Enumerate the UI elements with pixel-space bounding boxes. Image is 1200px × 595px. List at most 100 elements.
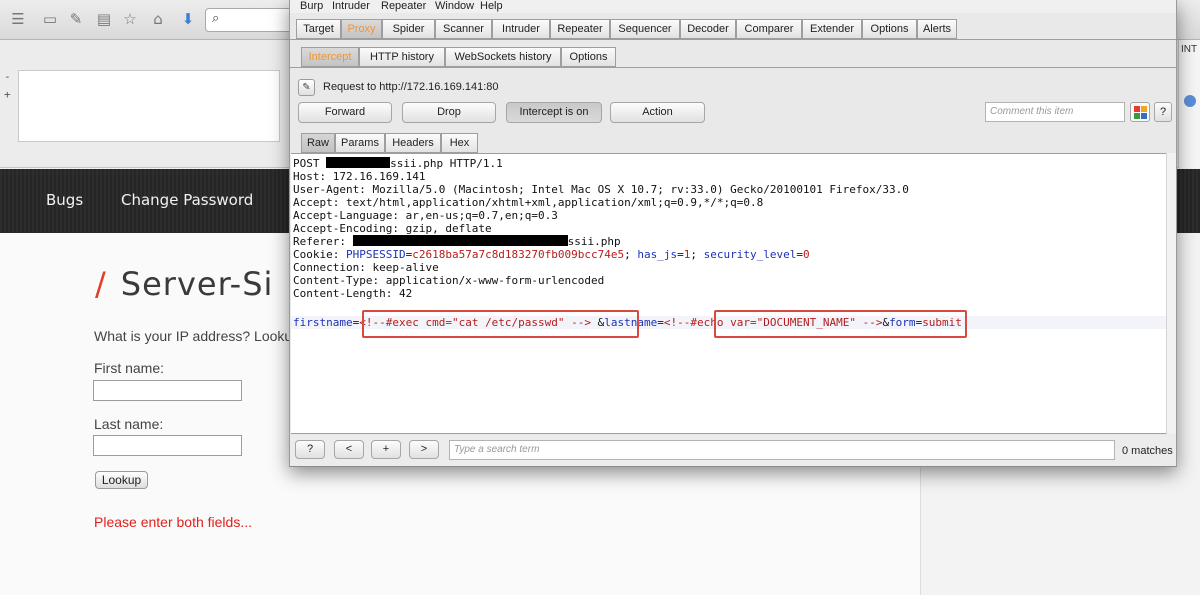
tab-sequencer[interactable]: Sequencer <box>610 19 680 39</box>
redaction-bar <box>352 235 568 246</box>
home-icon[interactable]: ⌂ <box>148 9 168 29</box>
menu-icon[interactable]: ☰ <box>8 9 28 29</box>
help-button[interactable]: ? <box>1154 102 1172 122</box>
menu-burp[interactable]: Burp <box>300 0 323 13</box>
first-name-input[interactable] <box>93 380 242 401</box>
next-match-button[interactable]: > <box>409 440 439 459</box>
header-accept-encoding: Accept-Encoding: gzip, deflate <box>293 222 492 235</box>
cookie-js-name: has_js <box>637 248 678 261</box>
payload-highlight-box <box>714 310 967 338</box>
tab-target[interactable]: Target <box>296 19 341 39</box>
cookie-label: Cookie: <box>293 248 346 261</box>
comment-input[interactable]: Comment this item <box>985 102 1125 122</box>
action-button[interactable]: Action <box>610 102 705 123</box>
tab-extender[interactable]: Extender <box>802 19 862 39</box>
header-accept: Accept: text/html,application/xhtml+xml,… <box>293 196 764 209</box>
ip-question: What is your IP address? Looku <box>94 328 293 344</box>
star-icon[interactable]: ☆ <box>120 9 140 29</box>
request-line: POST ssii.php HTTP/1.1 <box>293 157 503 170</box>
redaction-bar <box>326 157 391 168</box>
header-accept-language: Accept-Language: ar,en-us;q=0.7,en;q=0.3 <box>293 209 558 222</box>
payload-highlight-box <box>362 310 639 338</box>
tab-params[interactable]: Params <box>335 133 385 153</box>
expand-button[interactable]: + <box>4 88 11 101</box>
cookie-security-value: 0 <box>802 248 810 261</box>
request-target: Request to http://172.16.169.141:80 <box>323 81 499 93</box>
color-swatch-icon <box>1134 113 1140 119</box>
tab-intruder[interactable]: Intruder <box>492 19 550 39</box>
last-name-label: Last name: <box>94 416 164 432</box>
subtab-websockets-history[interactable]: WebSockets history <box>445 47 561 67</box>
tab-spider[interactable]: Spider <box>382 19 435 39</box>
sidebar-icon[interactable]: ▭ <box>40 9 60 29</box>
url-bar[interactable]: ⌕ <box>205 8 295 32</box>
header-content-type: Content-Type: application/x-www-form-url… <box>293 274 605 287</box>
tab-headers[interactable]: Headers <box>385 133 441 153</box>
edit-icon[interactable]: ✎ <box>298 79 315 96</box>
tab-proxy[interactable]: Proxy <box>341 19 382 39</box>
tab-repeater[interactable]: Repeater <box>550 19 610 39</box>
heading-slash: / <box>95 265 107 303</box>
window-edge-label: INT <box>1181 44 1198 55</box>
error-message: Please enter both fields... <box>94 514 252 530</box>
nav-link-change-password[interactable]: Change Password <box>121 191 253 209</box>
editor-scrollbar[interactable] <box>1166 153 1176 434</box>
subtab-options[interactable]: Options <box>561 47 616 67</box>
search-help-button[interactable]: ? <box>295 440 325 459</box>
previous-match-button[interactable]: < <box>334 440 364 459</box>
lookup-button[interactable]: Lookup <box>95 471 148 489</box>
tab-raw[interactable]: Raw <box>301 133 335 153</box>
first-name-label: First name: <box>94 360 165 376</box>
extension-panel <box>18 70 280 142</box>
tab-alerts[interactable]: Alerts <box>917 19 957 39</box>
add-button[interactable]: + <box>371 440 401 459</box>
color-swatch-icon <box>1134 106 1140 112</box>
reader-icon[interactable]: ▤ <box>94 9 114 29</box>
cookie-security-name: security_level <box>703 248 797 261</box>
download-icon[interactable]: ⬇ <box>178 9 198 29</box>
intercept-toggle-button[interactable]: Intercept is on <box>506 102 602 123</box>
menu-window[interactable]: Window <box>435 0 474 13</box>
tab-comparer[interactable]: Comparer <box>736 19 802 39</box>
bookmark-edit-icon[interactable]: ✎ <box>66 9 86 29</box>
request-method: POST <box>293 157 327 170</box>
referer-path: ssii.php <box>567 235 621 248</box>
header-host: Host: 172.16.169.141 <box>293 170 426 183</box>
header-user-agent: User-Agent: Mozilla/5.0 (Macintosh; Inte… <box>293 183 909 196</box>
subtab-intercept[interactable]: Intercept <box>301 47 359 67</box>
menu-repeater[interactable]: Repeater <box>381 0 426 13</box>
forward-button[interactable]: Forward <box>298 102 392 123</box>
tab-divider <box>290 39 1176 40</box>
last-name-input[interactable] <box>93 435 242 456</box>
play-icon <box>1184 95 1196 107</box>
menu-help[interactable]: Help <box>480 0 503 13</box>
header-connection: Connection: keep-alive <box>293 261 439 274</box>
tab-hex[interactable]: Hex <box>441 133 478 153</box>
menu-bar: Burp Intruder Repeater Window Help <box>290 0 1176 13</box>
subtab-http-history[interactable]: HTTP history <box>359 47 445 67</box>
page-title: / Server-Si <box>95 265 273 303</box>
highlight-color-button[interactable] <box>1130 102 1150 122</box>
raw-request-editor[interactable]: POST ssii.php HTTP/1.1 Host: 172.16.169.… <box>291 153 1166 434</box>
match-count: 0 matches <box>1122 445 1173 457</box>
header-cookie: Cookie: PHPSESSID=c2618ba57a7c8d183270fb… <box>293 248 810 261</box>
color-swatch-icon <box>1141 113 1147 119</box>
tab-scanner[interactable]: Scanner <box>435 19 492 39</box>
menu-intruder[interactable]: Intruder <box>332 0 370 13</box>
tab-options[interactable]: Options <box>862 19 917 39</box>
request-path: ssii.php HTTP/1.1 <box>390 157 503 170</box>
param-firstname-name: firstname <box>293 316 353 329</box>
search-bar: ? < + > Type a search term 0 matches <box>290 435 1176 466</box>
header-content-length: Content-Length: 42 <box>293 287 413 300</box>
search-icon: ⌕ <box>212 11 220 26</box>
header-referer: Referer: ssii.php <box>293 235 621 248</box>
background-window-edge: INT <box>1178 40 1200 168</box>
burp-window: Burp Intruder Repeater Window Help Targe… <box>289 0 1177 467</box>
search-input[interactable]: Type a search term <box>449 440 1115 460</box>
page-title-text: Server-Si <box>120 265 274 303</box>
subtab-divider <box>290 67 1176 68</box>
drop-button[interactable]: Drop <box>402 102 496 123</box>
collapse-button[interactable]: - <box>4 70 11 83</box>
nav-link-bugs[interactable]: Bugs <box>46 191 83 209</box>
tab-decoder[interactable]: Decoder <box>680 19 736 39</box>
